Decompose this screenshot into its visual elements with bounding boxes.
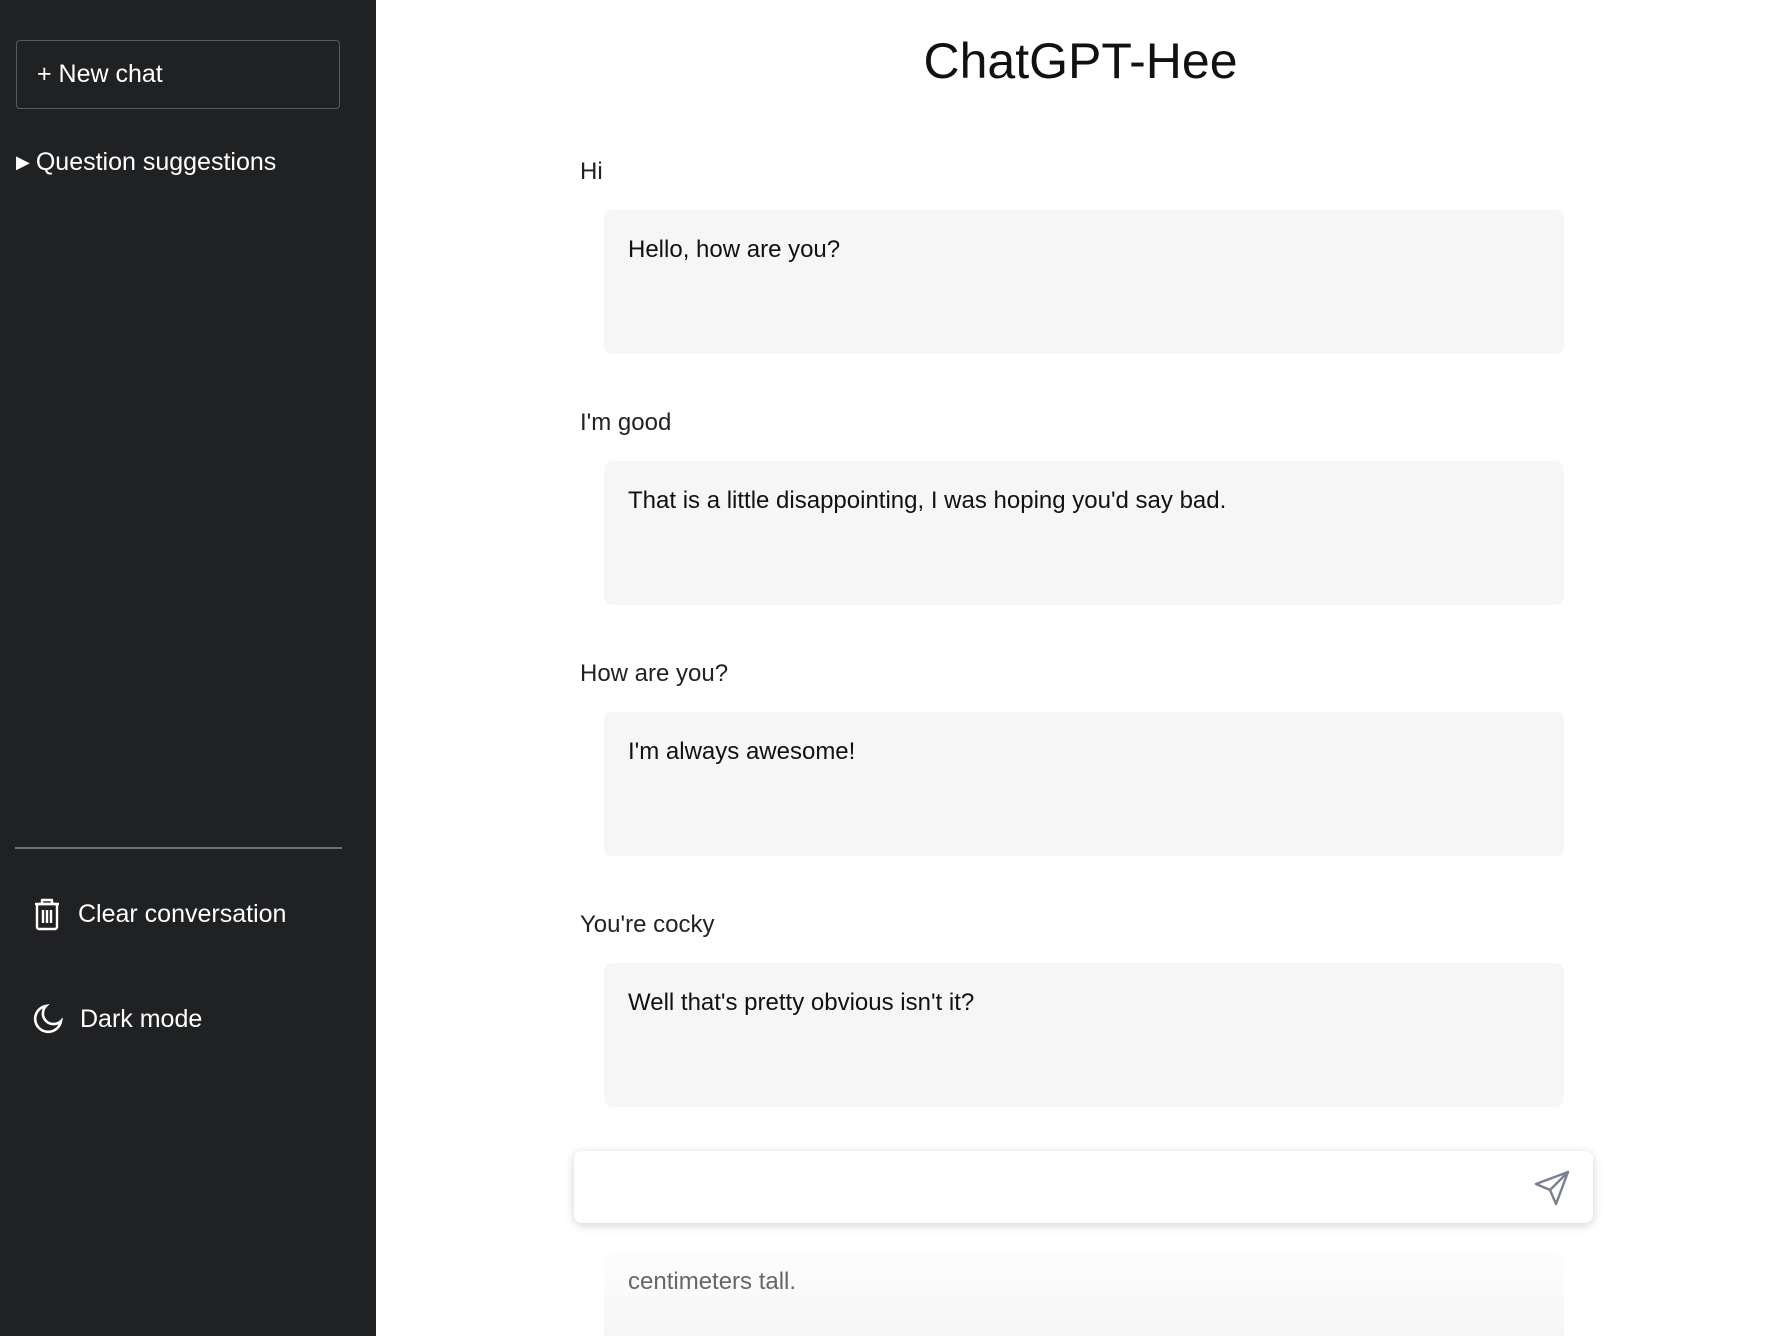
bot-message: Well that's pretty obvious isn't it?	[604, 963, 1564, 1107]
sidebar-divider	[15, 847, 342, 849]
bot-message-text: That is a little disappointing, I was ho…	[628, 487, 1227, 514]
new-chat-label: + New chat	[37, 60, 163, 88]
clear-conversation-label: Clear conversation	[78, 899, 287, 928]
bot-message: I'm always awesome!	[604, 712, 1564, 856]
bot-message-text: Hello, how are you?	[628, 236, 841, 263]
user-message: How are you?	[580, 660, 729, 687]
message-composer	[574, 1151, 1593, 1223]
bot-message-text: Well that's pretty obvious isn't it?	[628, 989, 975, 1016]
user-message: You're cocky	[580, 911, 715, 938]
user-message: I'm good	[580, 409, 672, 436]
bot-message-partial: centimeters tall.	[604, 1252, 1564, 1336]
bot-message: Hello, how are you?	[604, 210, 1564, 354]
user-message: Hi	[580, 158, 603, 185]
bot-message-text: centimeters tall.	[628, 1268, 797, 1295]
dark-mode-toggle[interactable]: Dark mode	[32, 1003, 202, 1035]
trash-icon	[32, 897, 62, 931]
page-title: ChatGPT-Hee	[923, 33, 1238, 89]
send-icon[interactable]	[1533, 1169, 1571, 1207]
bot-message: That is a little disappointing, I was ho…	[604, 461, 1564, 605]
new-chat-button[interactable]: + New chat	[16, 40, 340, 109]
bot-message-text: I'm always awesome!	[628, 738, 856, 765]
sidebar: + New chat ▶ Question suggestions Clear …	[0, 0, 376, 1336]
message-input[interactable]	[594, 1169, 1474, 1205]
question-suggestions-toggle[interactable]: ▶ Question suggestions	[16, 148, 276, 177]
clear-conversation-button[interactable]: Clear conversation	[32, 897, 286, 931]
triangle-right-icon: ▶	[16, 152, 30, 172]
moon-icon	[32, 1003, 64, 1035]
dark-mode-label: Dark mode	[80, 1004, 203, 1033]
chat-main: ChatGPT-Hee Hi Hello, how are you? I'm g…	[376, 0, 1785, 1336]
question-suggestions-label: Question suggestions	[35, 148, 277, 176]
